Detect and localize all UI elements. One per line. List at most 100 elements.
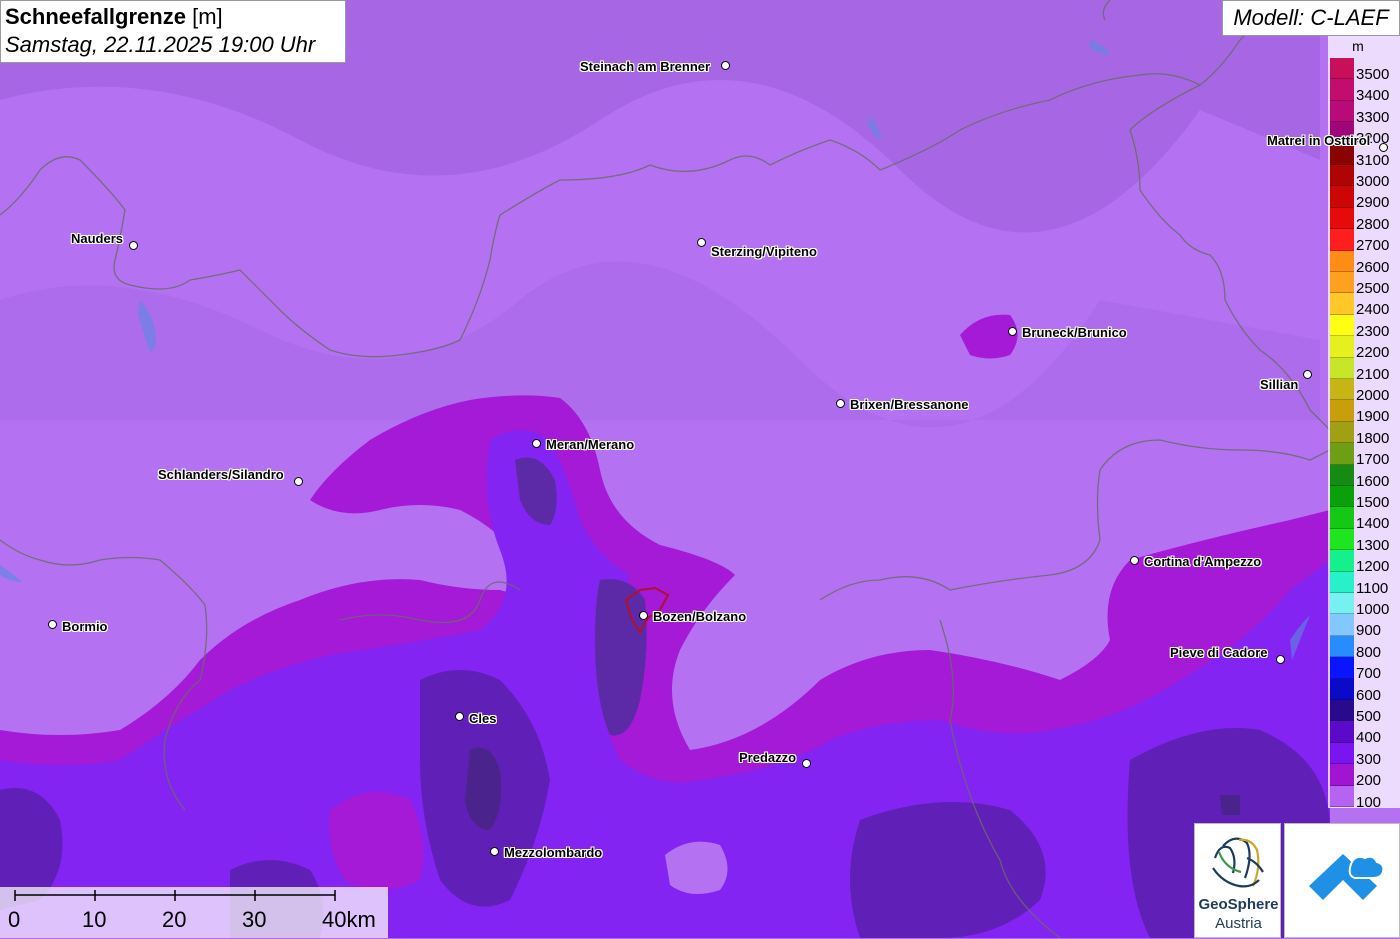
city-marker-pieve[interactable] (1276, 655, 1285, 664)
legend-entry: 1600 (1330, 464, 1396, 490)
legend-entry: 2200 (1330, 336, 1396, 361)
city-label-bormio[interactable]: Bormio (62, 619, 108, 634)
city-marker-bormio[interactable] (48, 620, 57, 629)
city-label-meran[interactable]: Meran/Merano (546, 437, 634, 452)
legend-swatch (1330, 165, 1354, 187)
legend-swatch (1330, 614, 1354, 636)
legend-entry: 900 (1330, 614, 1396, 639)
legend-swatch (1330, 443, 1354, 465)
legend-swatch (1330, 721, 1354, 743)
legend-swatch (1330, 79, 1354, 101)
legend-entry: 500 (1330, 700, 1396, 725)
scale-label-20: 20 (162, 907, 187, 932)
city-label-brixen[interactable]: Brixen/Bressanone (850, 397, 969, 412)
cloud-arrow-logo-icon (1309, 854, 1385, 900)
legend-swatch (1330, 528, 1354, 551)
scale-bar: 0 10 20 30 40km (0, 887, 388, 938)
legend-entry: 2900 (1330, 186, 1396, 211)
legend-entry: 1500 (1330, 486, 1396, 511)
legend-entry: 100 (1330, 785, 1396, 811)
legend-swatch (1330, 250, 1354, 272)
city-marker-brixen[interactable] (836, 399, 845, 408)
city-label-sillian[interactable]: Sillian (1260, 377, 1298, 392)
city-marker-cortina[interactable] (1130, 556, 1139, 565)
legend-swatch (1330, 550, 1354, 572)
city-marker-cles[interactable] (455, 712, 464, 721)
legend-swatch (1330, 400, 1354, 422)
map-datetime: Samstag, 22.11.2025 19:00 Uhr (5, 32, 316, 57)
legend-entry: 700 (1330, 657, 1396, 682)
city-label-mezzolombardo[interactable]: Mezzolombardo (504, 845, 602, 860)
legend-swatch (1330, 100, 1354, 123)
geosphere-logo[interactable]: GeoSphere Austria (1194, 823, 1281, 938)
legend-entry: 2100 (1330, 357, 1396, 383)
legend-swatch (1330, 379, 1354, 401)
legend-swatch (1330, 593, 1354, 615)
legend-entry: 3300 (1330, 100, 1396, 126)
legend-swatch (1330, 421, 1354, 444)
legend-swatch (1330, 507, 1354, 529)
legend-entry: 300 (1330, 742, 1396, 768)
city-label-pieve[interactable]: Pieve di Cadore (1170, 645, 1268, 660)
city-marker-bozen[interactable] (639, 611, 648, 620)
city-label-bozen[interactable]: Bozen/Bolzano (653, 609, 746, 624)
legend-swatch (1330, 314, 1354, 337)
legend-swatch (1330, 486, 1354, 508)
city-label-predazzo[interactable]: Predazzo (739, 750, 796, 765)
legend-entry: 2700 (1330, 229, 1396, 254)
legend-entry: 1000 (1330, 593, 1396, 618)
city-marker-matrei[interactable] (1379, 143, 1388, 152)
legend-entry: 1800 (1330, 421, 1396, 447)
legend-entry: 1700 (1330, 443, 1396, 468)
legend-entry: 2400 (1330, 293, 1396, 318)
map-title-box: Schneefallgrenze [m] Samstag, 22.11.2025… (0, 0, 346, 63)
legend-entry: 200 (1330, 764, 1396, 789)
legend-entry: 2500 (1330, 272, 1396, 297)
city-label-matrei[interactable]: Matrei in Osttirol (1267, 133, 1370, 148)
legend-entry: 800 (1330, 635, 1396, 661)
legend-entry: 3000 (1330, 165, 1396, 190)
city-label-schlanders[interactable]: Schlanders/Silandro (158, 467, 284, 482)
city-label-cortina[interactable]: Cortina d'Ampezzo (1144, 554, 1261, 569)
geosphere-logo-country: Austria (1215, 915, 1262, 932)
scale-label-10: 10 (82, 907, 107, 932)
city-label-bruneck[interactable]: Bruneck/Brunico (1022, 325, 1127, 340)
legend-swatch (1330, 229, 1354, 251)
legend-entry: 2300 (1330, 314, 1396, 340)
city-marker-steinach[interactable] (721, 61, 730, 70)
legend-swatch (1330, 785, 1354, 807)
legend-swatch (1330, 742, 1354, 765)
city-marker-meran[interactable] (532, 439, 541, 448)
legend-entry: 400 (1330, 721, 1396, 746)
color-legend: m 3500 3400 3300 3200 3100 3000 2900 2800 2700 26… (1328, 36, 1400, 811)
city-marker-nauders[interactable] (129, 241, 138, 250)
legend-swatch (1330, 657, 1354, 679)
legend-entry: 1200 (1330, 550, 1396, 575)
city-marker-predazzo[interactable] (802, 759, 811, 768)
legend-swatch (1330, 678, 1354, 700)
scale-label-30: 30 (242, 907, 267, 932)
legend-entry: 3500 (1330, 58, 1396, 83)
legend-entry: 1300 (1330, 528, 1396, 554)
legend-entry: 2000 (1330, 379, 1396, 404)
city-label-nauders[interactable]: Nauders (71, 231, 123, 246)
legend-swatch (1330, 293, 1354, 315)
legend-label: 100 (1356, 793, 1382, 811)
legend-swatch (1330, 186, 1354, 208)
city-marker-sterzing[interactable] (697, 238, 706, 247)
legend-swatch (1330, 207, 1354, 230)
city-marker-mezzolombardo[interactable] (490, 847, 499, 856)
legend-swatch (1330, 635, 1354, 658)
scale-label-40: 40km (322, 907, 376, 932)
legend-swatch (1330, 571, 1354, 593)
city-marker-bruneck[interactable] (1008, 327, 1017, 336)
city-marker-sillian[interactable] (1303, 370, 1312, 379)
city-marker-schlanders[interactable] (294, 477, 303, 486)
partner-logo[interactable] (1284, 823, 1400, 938)
legend-swatch (1330, 764, 1354, 786)
city-label-steinach[interactable]: Steinach am Brenner (580, 59, 710, 74)
city-label-cles[interactable]: Cles (469, 711, 496, 726)
geosphere-emblem-icon (1212, 837, 1264, 888)
city-label-sterzing[interactable]: Sterzing/Vipiteno (711, 244, 817, 259)
legend-entry: 2600 (1330, 250, 1396, 276)
